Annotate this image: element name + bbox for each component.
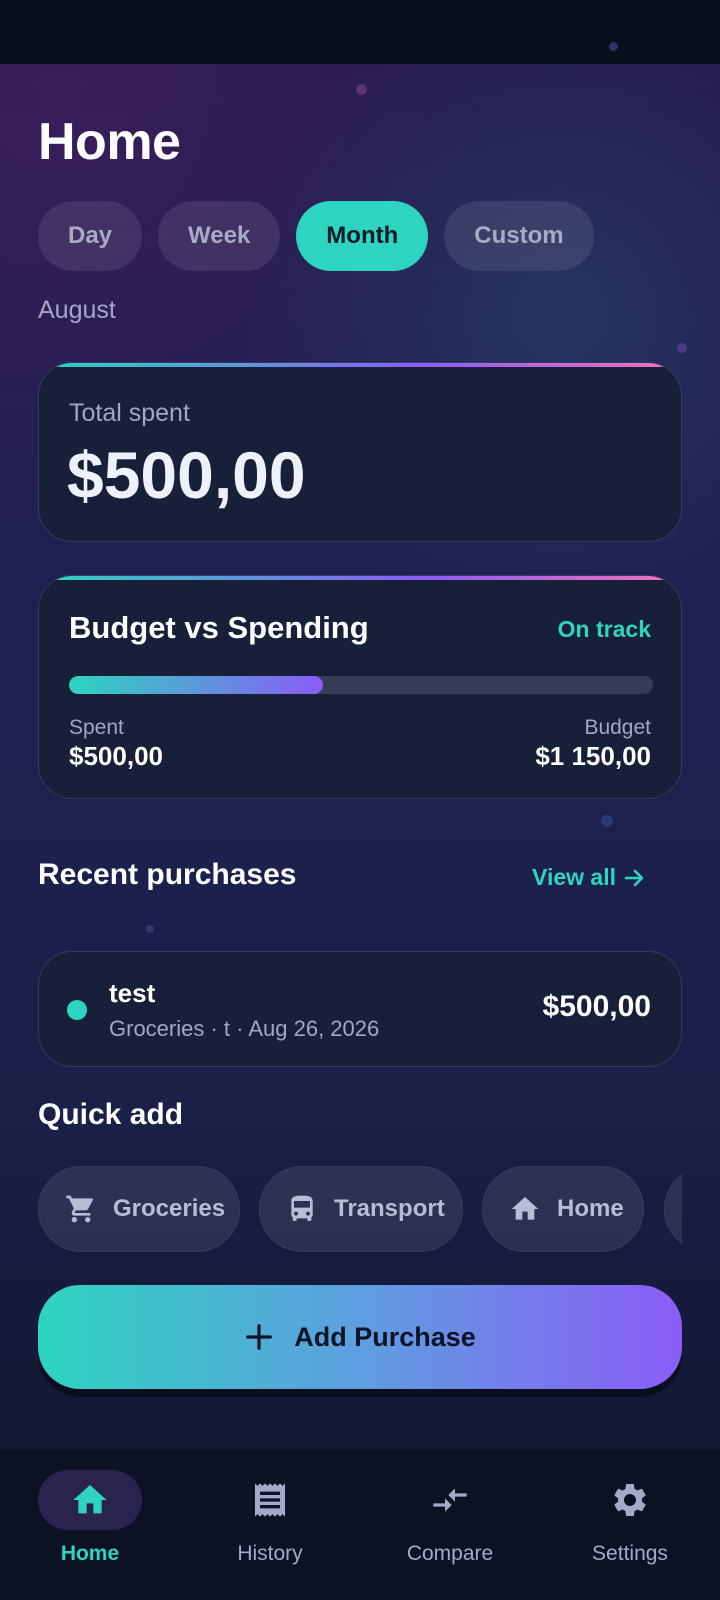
budget-value: $1 150,00	[535, 741, 651, 771]
decorative-dot	[601, 815, 613, 827]
budget-progress-bar	[69, 676, 653, 694]
budget-label: Budget	[584, 716, 651, 739]
cart-icon	[66, 1195, 94, 1223]
spent-value: $500,00	[69, 741, 163, 771]
chip-label: Home	[557, 1195, 624, 1222]
quick-add-more[interactable]	[664, 1166, 682, 1252]
quick-add-transport[interactable]: Transport	[259, 1166, 463, 1252]
add-purchase-button[interactable]: Add Purchase	[38, 1285, 682, 1389]
tab-day[interactable]: Day	[38, 201, 143, 271]
chip-label: Groceries	[113, 1195, 226, 1222]
nav-history-pill	[218, 1470, 322, 1530]
total-spent-label: Total spent	[69, 399, 190, 427]
nav-compare-pill	[398, 1470, 502, 1530]
decorative-dot	[356, 84, 367, 95]
nav-history[interactable]: History	[180, 1450, 360, 1600]
nav-label: Home	[60, 1542, 120, 1565]
purchase-amount: $500,00	[542, 990, 651, 1023]
gear-icon	[614, 1484, 646, 1516]
nav-settings-pill	[578, 1470, 682, 1530]
decorative-dot	[677, 343, 687, 353]
decorative-dot	[146, 925, 154, 933]
purchase-name: test	[109, 978, 156, 1008]
view-all-label: View all	[532, 864, 616, 890]
nav-settings[interactable]: Settings	[540, 1450, 720, 1600]
status-bar	[0, 0, 720, 64]
total-spent-card: Total spent $500,00	[38, 362, 682, 542]
receipt-icon	[255, 1483, 285, 1517]
card-accent-bar	[39, 576, 681, 580]
home-screen: Home Day Week Month Custom August Total …	[0, 64, 720, 1450]
quick-add-title: Quick add	[38, 1098, 184, 1131]
budget-status-badge: On track	[557, 616, 651, 642]
bus-icon	[291, 1195, 313, 1221]
nav-home[interactable]: Home	[0, 1450, 180, 1600]
bottom-navigation: Home History Compare Settings	[0, 1450, 720, 1600]
plus-icon	[246, 1324, 273, 1350]
home-icon	[511, 1197, 539, 1220]
recent-purchases-title: Recent purchases	[38, 858, 297, 891]
nav-compare[interactable]: Compare	[360, 1450, 540, 1600]
total-spent-value: $500,00	[67, 438, 306, 512]
nav-home-pill	[38, 1470, 142, 1530]
quick-add-row: Groceries Transport Home	[38, 1166, 682, 1252]
decorative-dot	[609, 42, 618, 51]
add-purchase-label: Add Purchase	[294, 1321, 476, 1352]
quick-add-groceries[interactable]: Groceries	[38, 1166, 240, 1252]
category-dot	[67, 1000, 87, 1020]
home-icon	[73, 1485, 107, 1514]
budget-progress-fill	[69, 676, 324, 694]
arrow-right-icon	[624, 869, 644, 886]
nav-label: Compare	[406, 1542, 494, 1565]
chip-label: Transport	[334, 1195, 445, 1222]
spent-label: Spent	[69, 716, 124, 739]
quick-add-home[interactable]: Home	[482, 1166, 644, 1252]
view-all-link[interactable]: View all	[532, 864, 646, 891]
page-title: Home	[38, 113, 181, 171]
card-accent-bar	[39, 363, 681, 367]
list-item[interactable]: test Groceries · t · Aug 26, 2026 $500,0…	[38, 951, 682, 1067]
period-label: August	[38, 296, 116, 324]
compare-arrows-icon	[433, 1488, 467, 1512]
tab-month[interactable]: Month	[296, 201, 429, 271]
budget-card: Budget vs Spending On track Spent $500,0…	[38, 575, 682, 799]
tab-week[interactable]: Week	[158, 201, 281, 271]
nav-label: Settings	[592, 1542, 668, 1565]
period-tabs: Day Week Month Custom	[38, 201, 594, 271]
tab-custom[interactable]: Custom	[444, 201, 594, 271]
budget-title: Budget vs Spending	[69, 610, 369, 645]
purchase-meta: Groceries · t · Aug 26, 2026	[109, 1016, 380, 1041]
nav-label: History	[237, 1542, 303, 1565]
